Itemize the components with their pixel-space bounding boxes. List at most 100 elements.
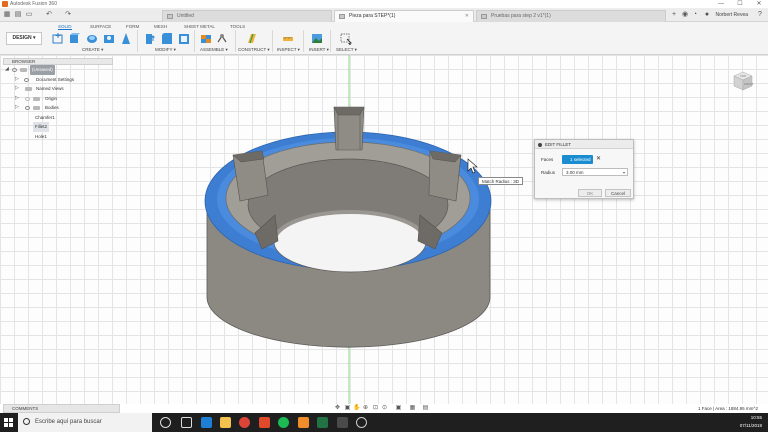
undo-icon[interactable]: ↶ <box>45 11 53 19</box>
taskbar-search-box[interactable]: Escribe aquí para buscar <box>18 413 152 432</box>
collapse-arrow-icon[interactable]: ◢ <box>5 65 9 75</box>
app-icon-circle[interactable] <box>356 417 367 428</box>
revolve-icon[interactable] <box>86 32 98 45</box>
excel-icon[interactable] <box>317 417 328 428</box>
app-icon-red[interactable] <box>259 417 270 428</box>
chrome-icon[interactable] <box>239 417 250 428</box>
notifications-icon[interactable]: ● <box>703 11 711 19</box>
app-icon-dark[interactable] <box>337 417 348 428</box>
close-tab-icon[interactable]: ✕ <box>465 11 469 22</box>
tab-surface[interactable]: SURFACE <box>90 24 111 29</box>
visibility-eye-icon[interactable] <box>12 68 17 72</box>
insert-image-icon[interactable] <box>311 32 323 45</box>
comments-panel[interactable]: COMMENTS <box>3 404 120 413</box>
browser-item-origin[interactable]: ▷ Origin <box>3 94 113 104</box>
workspace-switcher[interactable]: DESIGN ▾ <box>6 32 42 45</box>
visibility-eye-icon[interactable] <box>25 96 30 101</box>
inspect-menu[interactable]: INSPECT ▾ <box>277 47 300 53</box>
minimize-button[interactable]: — <box>712 0 730 9</box>
pan-icon[interactable]: ✋ <box>353 405 360 412</box>
tab-mesh[interactable]: MESH <box>154 24 167 29</box>
redo-icon[interactable]: ↷ <box>64 11 72 19</box>
fusion-360-taskbar-icon[interactable] <box>298 417 309 428</box>
browser-item-named-views[interactable]: ▷ Named Views <box>3 84 113 94</box>
browser-item-bodies[interactable]: ▷ Bodies <box>3 103 113 113</box>
view-cube[interactable]: TOP FRONT <box>730 68 756 94</box>
browser-header[interactable]: BROWSER <box>3 58 113 65</box>
grid-settings-icon[interactable]: ▦ <box>409 405 416 412</box>
orbit-icon[interactable]: ✥ <box>334 405 341 412</box>
close-window-button[interactable]: ✕ <box>750 0 768 9</box>
zoom-icon[interactable]: ⊕ <box>362 405 369 412</box>
dropdown-arrow-icon[interactable]: ▾ <box>623 169 625 176</box>
timeline-item-fillet[interactable]: Fillet2 <box>3 122 113 132</box>
save-icon[interactable]: ▭ <box>25 11 33 19</box>
ok-button[interactable]: OK <box>578 189 602 197</box>
look-at-icon[interactable]: ▣ <box>344 405 351 412</box>
extrude-icon[interactable] <box>68 32 80 45</box>
cortana-icon[interactable] <box>160 417 171 428</box>
task-view-icon[interactable] <box>181 417 192 428</box>
tab-solid[interactable]: SOLID <box>58 24 72 30</box>
new-sketch-icon[interactable] <box>52 32 64 45</box>
timeline-item-chamfer[interactable]: Chamfer1 <box>3 113 113 123</box>
maximize-button[interactable]: ☐ <box>731 0 749 9</box>
fit-icon[interactable]: ⊡ <box>372 405 379 412</box>
extensions-icon[interactable]: ◉ <box>681 11 689 19</box>
measure-icon[interactable] <box>282 32 294 45</box>
viewports-icon[interactable]: ▤ <box>422 405 429 412</box>
press-pull-icon[interactable] <box>144 32 156 45</box>
windows-start-icon[interactable] <box>4 418 13 427</box>
tab-pieza-para-step[interactable]: Pieza para STEP*(1) ✕ <box>334 10 474 22</box>
visibility-eye-icon[interactable] <box>25 106 30 110</box>
ring-model[interactable] <box>0 55 768 404</box>
app-grid-icon[interactable]: ▦ <box>3 11 11 19</box>
clear-selection-icon[interactable]: ✕ <box>596 155 601 164</box>
tab-untitled[interactable]: Untitled <box>162 10 332 22</box>
clock-time[interactable]: 10:55 <box>722 415 762 420</box>
dialog-header[interactable]: EDIT FILLET <box>535 140 633 149</box>
new-tab-icon[interactable]: + <box>670 11 678 19</box>
faces-selection-button[interactable]: 1 selected <box>562 155 593 164</box>
user-name[interactable]: Norbert Revea <box>715 12 748 18</box>
browser-item-document-settings[interactable]: ▷ Document Settings <box>3 75 113 85</box>
expand-arrow-icon[interactable]: ▷ <box>15 84 19 94</box>
expand-arrow-icon[interactable]: ▷ <box>15 75 19 85</box>
insert-menu[interactable]: INSERT ▾ <box>309 47 329 53</box>
tab-label: Pruebas para step 2 v1*(1) <box>491 13 551 19</box>
radius-input[interactable]: 3.00 mm ▾ <box>562 168 628 176</box>
select-menu[interactable]: SELECT ▾ <box>336 47 357 53</box>
loft-icon[interactable] <box>120 32 132 45</box>
clock-date[interactable]: 07/11/2019 <box>722 423 762 428</box>
tab-pruebas-para-step[interactable]: Pruebas para step 2 v1*(1) <box>476 10 666 22</box>
browser-root-item[interactable]: ◢ (Unsaved) <box>3 65 113 75</box>
timeline-item-hole[interactable]: Hole1 <box>3 132 113 142</box>
cancel-button[interactable]: Cancel <box>605 189 631 197</box>
expand-arrow-icon[interactable]: ▷ <box>15 94 19 104</box>
assemble-menu[interactable]: ASSEMBLE ▾ <box>200 47 228 53</box>
tab-tools[interactable]: TOOLS <box>230 24 245 29</box>
edge-icon[interactable] <box>201 417 212 428</box>
create-menu[interactable]: CREATE ▾ <box>82 47 103 53</box>
file-menu-icon[interactable]: ▤ <box>14 11 22 19</box>
construct-menu[interactable]: CONSTRUCT ▾ <box>238 47 270 53</box>
file-explorer-icon[interactable] <box>220 417 231 428</box>
shell-icon[interactable] <box>178 32 190 45</box>
offset-plane-icon[interactable] <box>246 32 258 45</box>
tab-form[interactable]: FORM <box>126 24 139 29</box>
job-status-icon[interactable]: ◔ <box>691 11 699 19</box>
new-component-icon[interactable] <box>200 32 212 45</box>
viewport-canvas[interactable]: BROWSER ◢ (Unsaved) ▷ Document Settings … <box>0 55 768 404</box>
expand-arrow-icon[interactable]: ▷ <box>15 103 19 113</box>
fillet-icon[interactable] <box>161 32 173 45</box>
hole-icon[interactable] <box>103 32 115 45</box>
spotify-icon[interactable] <box>278 417 289 428</box>
modify-menu[interactable]: MODIFY ▾ <box>155 47 176 53</box>
select-icon[interactable] <box>340 32 352 45</box>
tab-sheet-metal[interactable]: SHEET METAL <box>184 24 215 29</box>
help-icon[interactable]: ? <box>756 11 764 19</box>
zoom-window-icon[interactable]: ⊙ <box>381 405 388 412</box>
joint-icon[interactable] <box>216 32 228 45</box>
display-settings-icon[interactable]: ▣ <box>395 405 402 412</box>
tree-item-label: Document Settings <box>36 76 75 82</box>
